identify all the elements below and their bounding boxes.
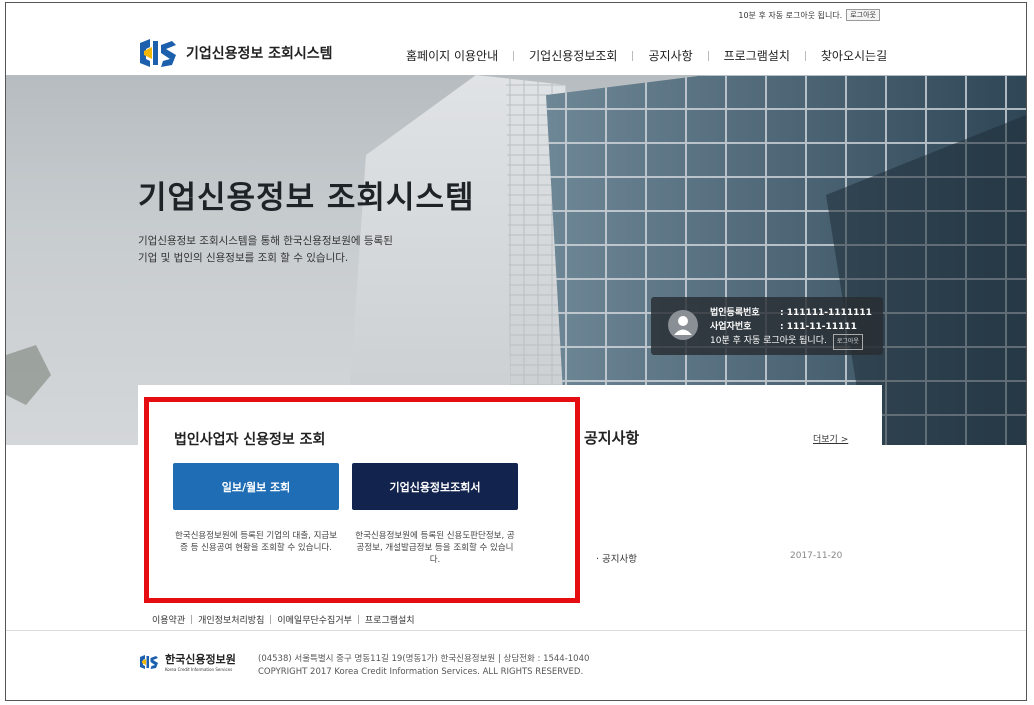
notice-section-title: 공지사항: [584, 429, 640, 447]
browser-frame: 10분 후 자동 로그아웃 됩니다. 로그아웃 기업신용정보 조회시스템 홈페이…: [5, 2, 1027, 701]
hero-desc-line: 기업 및 법인의 신용정보를 조회 할 수 있습니다.: [138, 252, 349, 264]
footer-copyright: COPYRIGHT 2017 Korea Credit Information …: [258, 667, 584, 677]
biz-no-label: 사업자번호: [710, 322, 752, 332]
nav-program-install[interactable]: 프로그램설치: [709, 47, 805, 64]
user-info-rows: 법인등록번호 : 111111-1111111 사업자번호 : 111-11-111…: [710, 306, 872, 350]
corp-reg-value: : 111111-1111111: [780, 308, 872, 318]
site-logo[interactable]: 기업신용정보 조회시스템: [138, 37, 333, 69]
hero-desc-line: 기업신용정보 조회시스템을 통해 한국신용정보원에 등록된: [138, 235, 393, 247]
notice-item-date: 2017-11-20: [790, 551, 843, 561]
footer-link-terms[interactable]: 이용약관: [146, 613, 191, 626]
logout-button[interactable]: 로그아웃: [846, 9, 880, 21]
footer-org-subtitle: Korea Credit Information Services: [165, 667, 233, 672]
footer-link-privacy[interactable]: 개인정보처리방침: [192, 613, 270, 626]
auto-logout-text: 10분 후 자동 로그아웃 됩니다.: [738, 10, 843, 20]
nav-usage-guide[interactable]: 홈페이지 이용안내: [391, 47, 513, 64]
biz-no-value: : 111-11-11111: [780, 322, 857, 332]
hero-title: 기업신용정보 조회시스템: [138, 180, 475, 216]
footer-divider-line: [6, 630, 1026, 631]
cis-logo-icon: [140, 39, 176, 67]
footer-links: 이용약관 개인정보처리방침 이메일무단수집거부 프로그램설치: [146, 613, 421, 626]
nav-notice[interactable]: 공지사항: [633, 47, 707, 64]
auto-logout-text: 10분 후 자동 로그아웃 됩니다.: [710, 336, 827, 346]
notice-more-link[interactable]: 더보기 >: [813, 432, 848, 445]
nav-directions[interactable]: 찾아오시는길: [806, 47, 902, 64]
footer-org-name: 한국신용정보원: [165, 653, 236, 666]
footer-address: (04538) 서울특별시 중구 명동11길 19(명동1가) 한국신용정보원 …: [258, 654, 590, 664]
footer-logo: 한국신용정보원 Korea Credit Information Service…: [138, 651, 236, 672]
kcis-logo-icon: [140, 654, 158, 669]
logout-button-small[interactable]: 로그아웃: [832, 334, 863, 350]
corp-reg-label: 법인등록번호: [710, 308, 760, 318]
highlight-box: [144, 397, 580, 603]
user-info-box: 법인등록번호 : 111111-1111111 사업자번호 : 111-11-111…: [651, 297, 883, 355]
logo-text: 기업신용정보 조회시스템: [186, 46, 333, 62]
footer-link-program-install[interactable]: 프로그램설치: [359, 613, 421, 626]
user-avatar-icon: [668, 310, 698, 340]
nav-credit-inquiry[interactable]: 기업신용정보조회: [514, 47, 632, 64]
hero-description: 기업신용정보 조회시스템을 통해 한국신용정보원에 등록된 기업 및 법인의 신…: [138, 233, 393, 267]
main-nav: 홈페이지 이용안내 기업신용정보조회 공지사항 프로그램설치 찾아오시는길: [391, 47, 902, 64]
notice-list-item[interactable]: · 공지사항: [596, 551, 637, 565]
footer-link-email-refusal[interactable]: 이메일무단수집거부: [271, 613, 358, 626]
footer-info: (04538) 서울특별시 중구 명동11길 19(명동1가) 한국신용정보원 …: [258, 653, 589, 679]
session-bar: 10분 후 자동 로그아웃 됩니다. 로그아웃: [738, 9, 880, 21]
